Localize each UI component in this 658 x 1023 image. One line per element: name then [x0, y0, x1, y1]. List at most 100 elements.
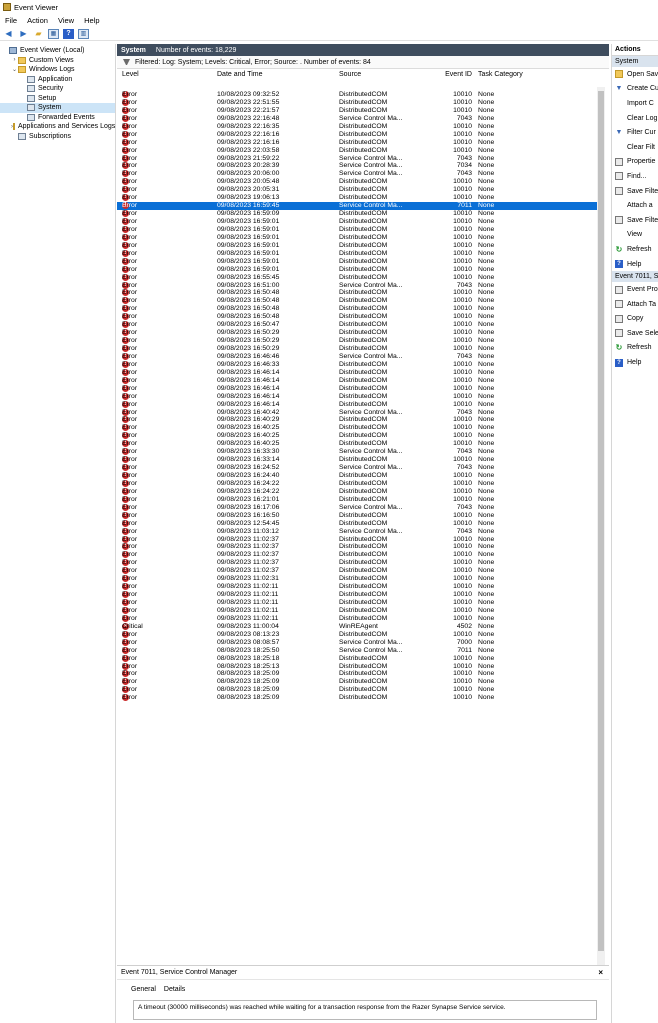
- action-open-sav[interactable]: Open Sav: [612, 67, 658, 82]
- table-row[interactable]: ! Error 09/08/2023 16:59:01 DistributedCOM 1…: [117, 241, 601, 250]
- tree-item-applications-and-services-logs[interactable]: › Applications and Services Logs: [0, 122, 115, 132]
- tree-item-application[interactable]: Application: [0, 75, 115, 85]
- events-scroll-thumb[interactable]: [598, 91, 604, 951]
- table-row[interactable]: ! Error 09/08/2023 16:50:29 DistributedCOM 1…: [117, 329, 601, 337]
- column-date-time[interactable]: Date and Time: [217, 71, 263, 78]
- tab-details[interactable]: Details: [164, 986, 185, 994]
- table-row[interactable]: ! Error 09/08/2023 11:02:37 DistributedCOM 1…: [117, 567, 601, 575]
- up-folder-icon[interactable]: ▰: [33, 29, 44, 39]
- chevron-right-icon[interactable]: ›: [11, 57, 18, 63]
- events-scrollbar[interactable]: [597, 87, 605, 1005]
- action-view[interactable]: View: [612, 228, 658, 243]
- close-icon[interactable]: ×: [598, 968, 603, 977]
- action-find[interactable]: Find...: [612, 169, 658, 184]
- table-row[interactable]: ! Error 09/08/2023 16:59:01 DistributedCOM 1…: [117, 265, 601, 274]
- tree-item-security[interactable]: Security: [0, 84, 115, 94]
- table-row[interactable]: ! Error 09/08/2023 16:33:14 DistributedCOM 1…: [117, 456, 601, 464]
- tree-item-subscriptions[interactable]: Subscriptions: [0, 132, 115, 142]
- table-row[interactable]: ! Error 09/08/2023 20:06:00 Service Control…: [117, 170, 601, 178]
- table-row[interactable]: ! Error 09/08/2023 16:50:48 DistributedCOM 1…: [117, 297, 601, 305]
- table-row[interactable]: ! Error 09/08/2023 22:16:35 DistributedCOM 1…: [117, 122, 601, 131]
- table-row[interactable]: ! Error 09/08/2023 11:02:11 DistributedCOM 1…: [117, 606, 601, 615]
- table-row[interactable]: ! Error 08/08/2023 18:25:18 DistributedCOM 1…: [117, 654, 601, 663]
- table-row[interactable]: ! Error 09/08/2023 16:46:14 DistributedCOM 1…: [117, 400, 601, 409]
- table-row[interactable]: ! Error 08/08/2023 18:25:09 DistributedCOM 1…: [117, 670, 601, 678]
- column-task-category[interactable]: Task Category: [478, 71, 523, 78]
- table-row[interactable]: ! Error 09/08/2023 21:59:22 Service Control…: [117, 154, 601, 163]
- table-row[interactable]: ! Error 09/08/2023 16:16:50 DistributedCOM 1…: [117, 511, 601, 520]
- table-row[interactable]: ! Error 08/08/2023 18:25:09 DistributedCOM 1…: [117, 686, 601, 694]
- table-row[interactable]: ! Error 08/08/2023 18:25:09 DistributedCOM 1…: [117, 678, 601, 686]
- table-row[interactable]: ! Error 09/08/2023 16:46:14 DistributedCOM 1…: [117, 392, 601, 401]
- table-row[interactable]: ! Error 09/08/2023 11:02:11 DistributedCOM 1…: [117, 599, 601, 607]
- table-row[interactable]: ! Error 09/08/2023 16:21:01 DistributedCOM 1…: [117, 495, 601, 504]
- table-row[interactable]: ! Error 09/08/2023 16:46:14 DistributedCOM 1…: [117, 376, 601, 385]
- action-propertie[interactable]: Propertie: [612, 155, 658, 170]
- table-row[interactable]: ! Error 09/08/2023 16:17:06 Service Control…: [117, 503, 601, 512]
- forward-arrow-icon[interactable]: ▶: [18, 29, 29, 39]
- table-row[interactable]: ! Error 09/08/2023 16:24:52 Service Control…: [117, 464, 601, 472]
- table-row[interactable]: ! Error 09/08/2023 16:46:14 DistributedCOM 1…: [117, 384, 601, 393]
- table-row[interactable]: ✕ Critical 09/08/2023 11:00:04 WinREAgent 45…: [117, 622, 601, 631]
- help-icon[interactable]: ?: [63, 28, 74, 39]
- action-attach-ta[interactable]: Attach Ta: [612, 297, 658, 312]
- table-row[interactable]: ! Error 09/08/2023 16:40:25 DistributedCOM 1…: [117, 424, 601, 432]
- back-arrow-icon[interactable]: ◀: [3, 29, 14, 39]
- table-row[interactable]: ! Error 09/08/2023 16:40:25 DistributedCOM 1…: [117, 432, 601, 440]
- action-help[interactable]: ? Help: [612, 355, 658, 370]
- action-event-pro[interactable]: Event Pro: [612, 282, 658, 297]
- action-clear-filt[interactable]: Clear Filt: [612, 140, 658, 155]
- table-row[interactable]: ! Error 09/08/2023 20:05:31 DistributedCOM 1…: [117, 186, 601, 194]
- menu-action[interactable]: Action: [27, 16, 48, 25]
- table-row[interactable]: ! Error 09/08/2023 16:40:42 Service Control…: [117, 408, 601, 417]
- table-row[interactable]: ! Error 09/08/2023 11:02:31 DistributedCOM 1…: [117, 575, 601, 583]
- table-row[interactable]: ! Error 10/08/2023 09:32:52 DistributedCOM 1…: [117, 91, 601, 99]
- tree-item-forwarded-events[interactable]: Forwarded Events: [0, 113, 115, 123]
- table-row[interactable]: ! Error 09/08/2023 16:59:01 DistributedCOM 1…: [117, 225, 601, 234]
- table-row[interactable]: ! Error 09/08/2023 22:16:16 DistributedCOM 1…: [117, 138, 601, 147]
- table-row[interactable]: ! Error 09/08/2023 16:46:46 Service Control…: [117, 352, 601, 361]
- chevron-down-icon[interactable]: ⌄: [11, 66, 18, 73]
- show-hide-tree-icon[interactable]: ▦: [48, 28, 59, 39]
- action-create-cu[interactable]: ▼ Create Cu: [612, 82, 658, 97]
- table-row[interactable]: ! Error 09/08/2023 19:06:13 DistributedCOM 1…: [117, 194, 601, 202]
- table-row[interactable]: ! Error 09/08/2023 16:59:01 DistributedCOM 1…: [117, 257, 601, 266]
- table-row[interactable]: ! Error 09/08/2023 16:50:48 DistributedCOM 1…: [117, 289, 601, 297]
- table-row[interactable]: ! Error 09/08/2023 16:55:45 DistributedCOM 1…: [117, 273, 601, 282]
- menu-file[interactable]: File: [5, 16, 17, 25]
- menu-view[interactable]: View: [58, 16, 74, 25]
- column-level[interactable]: Level: [122, 71, 139, 78]
- tree-item-system[interactable]: System: [0, 103, 115, 113]
- tree-item-event-viewer-local-[interactable]: Event Viewer (Local): [0, 46, 115, 56]
- table-row[interactable]: ! Error 09/08/2023 16:50:29 DistributedCOM 1…: [117, 337, 601, 345]
- table-row[interactable]: ! Error 09/08/2023 08:13:23 DistributedCOM 1…: [117, 630, 601, 639]
- column-event-id[interactable]: Event ID: [417, 71, 472, 78]
- tree-item-windows-logs[interactable]: ⌄ Windows Logs: [0, 65, 115, 75]
- table-row[interactable]: ! Error 09/08/2023 16:59:09 DistributedCOM 1…: [117, 210, 601, 218]
- table-row[interactable]: ! Error 09/08/2023 11:03:12 Service Control…: [117, 527, 601, 536]
- table-row[interactable]: ! Error 09/08/2023 16:46:33 DistributedCOM 1…: [117, 360, 601, 369]
- action-save-filte[interactable]: Save Filte: [612, 213, 658, 228]
- table-row[interactable]: ! Error 09/08/2023 16:40:25 DistributedCOM 1…: [117, 440, 601, 448]
- actions-section-system[interactable]: System: [612, 56, 658, 67]
- action-refresh[interactable]: ↻ Refresh: [612, 341, 658, 356]
- action-save-sele[interactable]: Save Sele: [612, 326, 658, 341]
- table-row[interactable]: ! Error 09/08/2023 11:02:37 DistributedCOM 1…: [117, 551, 601, 559]
- table-row[interactable]: ! Error 09/08/2023 16:59:01 DistributedCOM 1…: [117, 249, 601, 258]
- action-refresh[interactable]: ↻ Refresh: [612, 242, 658, 257]
- table-row[interactable]: ! Error 09/08/2023 16:46:14 DistributedCOM 1…: [117, 368, 601, 377]
- table-row[interactable]: ! Error 09/08/2023 20:28:39 Service Control…: [117, 162, 601, 170]
- table-row[interactable]: ! Error 09/08/2023 16:24:22 DistributedCOM 1…: [117, 479, 601, 488]
- table-row[interactable]: ! Error 08/08/2023 18:25:09 DistributedCOM 1…: [117, 694, 601, 702]
- table-row[interactable]: ! Error 09/08/2023 16:50:48 DistributedCOM 1…: [117, 313, 601, 321]
- table-row[interactable]: ! Error 09/08/2023 16:24:22 DistributedCOM 1…: [117, 487, 601, 496]
- action-save-filte[interactable]: Save Filte: [612, 184, 658, 199]
- table-row[interactable]: ! Error 09/08/2023 16:24:40 DistributedCOM 1…: [117, 472, 601, 480]
- table-row[interactable]: ! Error 09/08/2023 16:40:29 DistributedCOM 1…: [117, 416, 601, 424]
- action-clear-log[interactable]: Clear Log: [612, 111, 658, 126]
- tree-item-setup[interactable]: Setup: [0, 94, 115, 104]
- table-row[interactable]: ! Error 09/08/2023 16:33:30 Service Control…: [117, 448, 601, 456]
- table-row[interactable]: ! Error 09/08/2023 16:59:01 DistributedCOM 1…: [117, 218, 601, 226]
- actions-section-event[interactable]: Event 7011, Se: [612, 271, 658, 283]
- table-row[interactable]: ! Error 09/08/2023 11:02:11 DistributedCOM 1…: [117, 614, 601, 623]
